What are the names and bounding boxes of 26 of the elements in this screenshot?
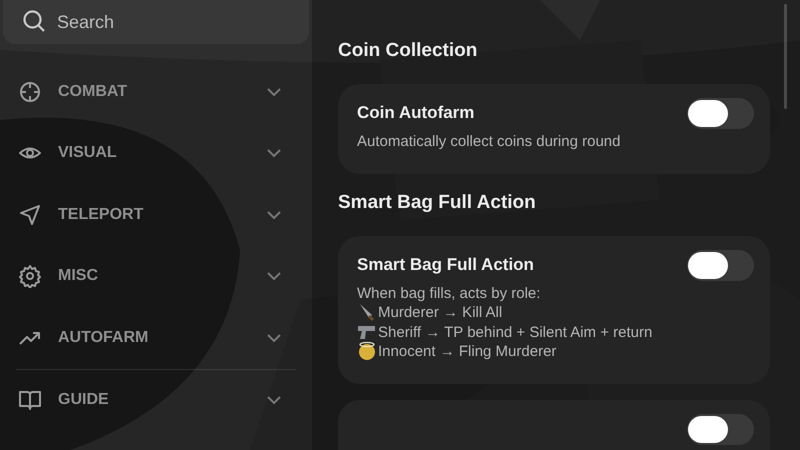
sidebar-item[interactable]: GUIDE [0,370,312,431]
section-heading: Coin Collection [338,39,478,63]
sidebar-item[interactable]: TELEPORT [0,184,312,246]
section-heading: Smart Bag Full Action [338,190,537,214]
send-icon [18,202,42,227]
crosshair-icon [18,80,42,104]
toggle-switch[interactable] [687,414,754,444]
setting-title: Smart Bag Full Action [357,254,534,276]
search-icon [22,9,46,33]
knife-icon [357,302,377,322]
sidebar-item[interactable]: MISC [0,246,312,307]
setting-description: When bag fills, acts by role: [357,284,540,303]
sidebar-item[interactable]: VISUAL [0,122,312,184]
setting-description: Automatically collect coins during round [357,132,620,152]
setting-description: Sheriff → TP behind + Silent Aim + return [378,322,652,342]
setting-title: Coin Autofarm [357,102,474,124]
toggle-switch[interactable] [687,250,754,280]
gear-icon [18,264,42,288]
scrollbar[interactable] [784,4,787,109]
toggle-switch[interactable] [687,98,754,129]
halo-face-icon [357,341,377,361]
setting-description: Innocent → Fling Murderer [378,342,556,362]
setting-description: Murderer → Kill All [378,303,502,322]
sidebar-item[interactable]: COMBAT [0,61,312,122]
book-icon [18,388,42,412]
sidebar-item[interactable]: AUTOFARM [0,307,312,368]
